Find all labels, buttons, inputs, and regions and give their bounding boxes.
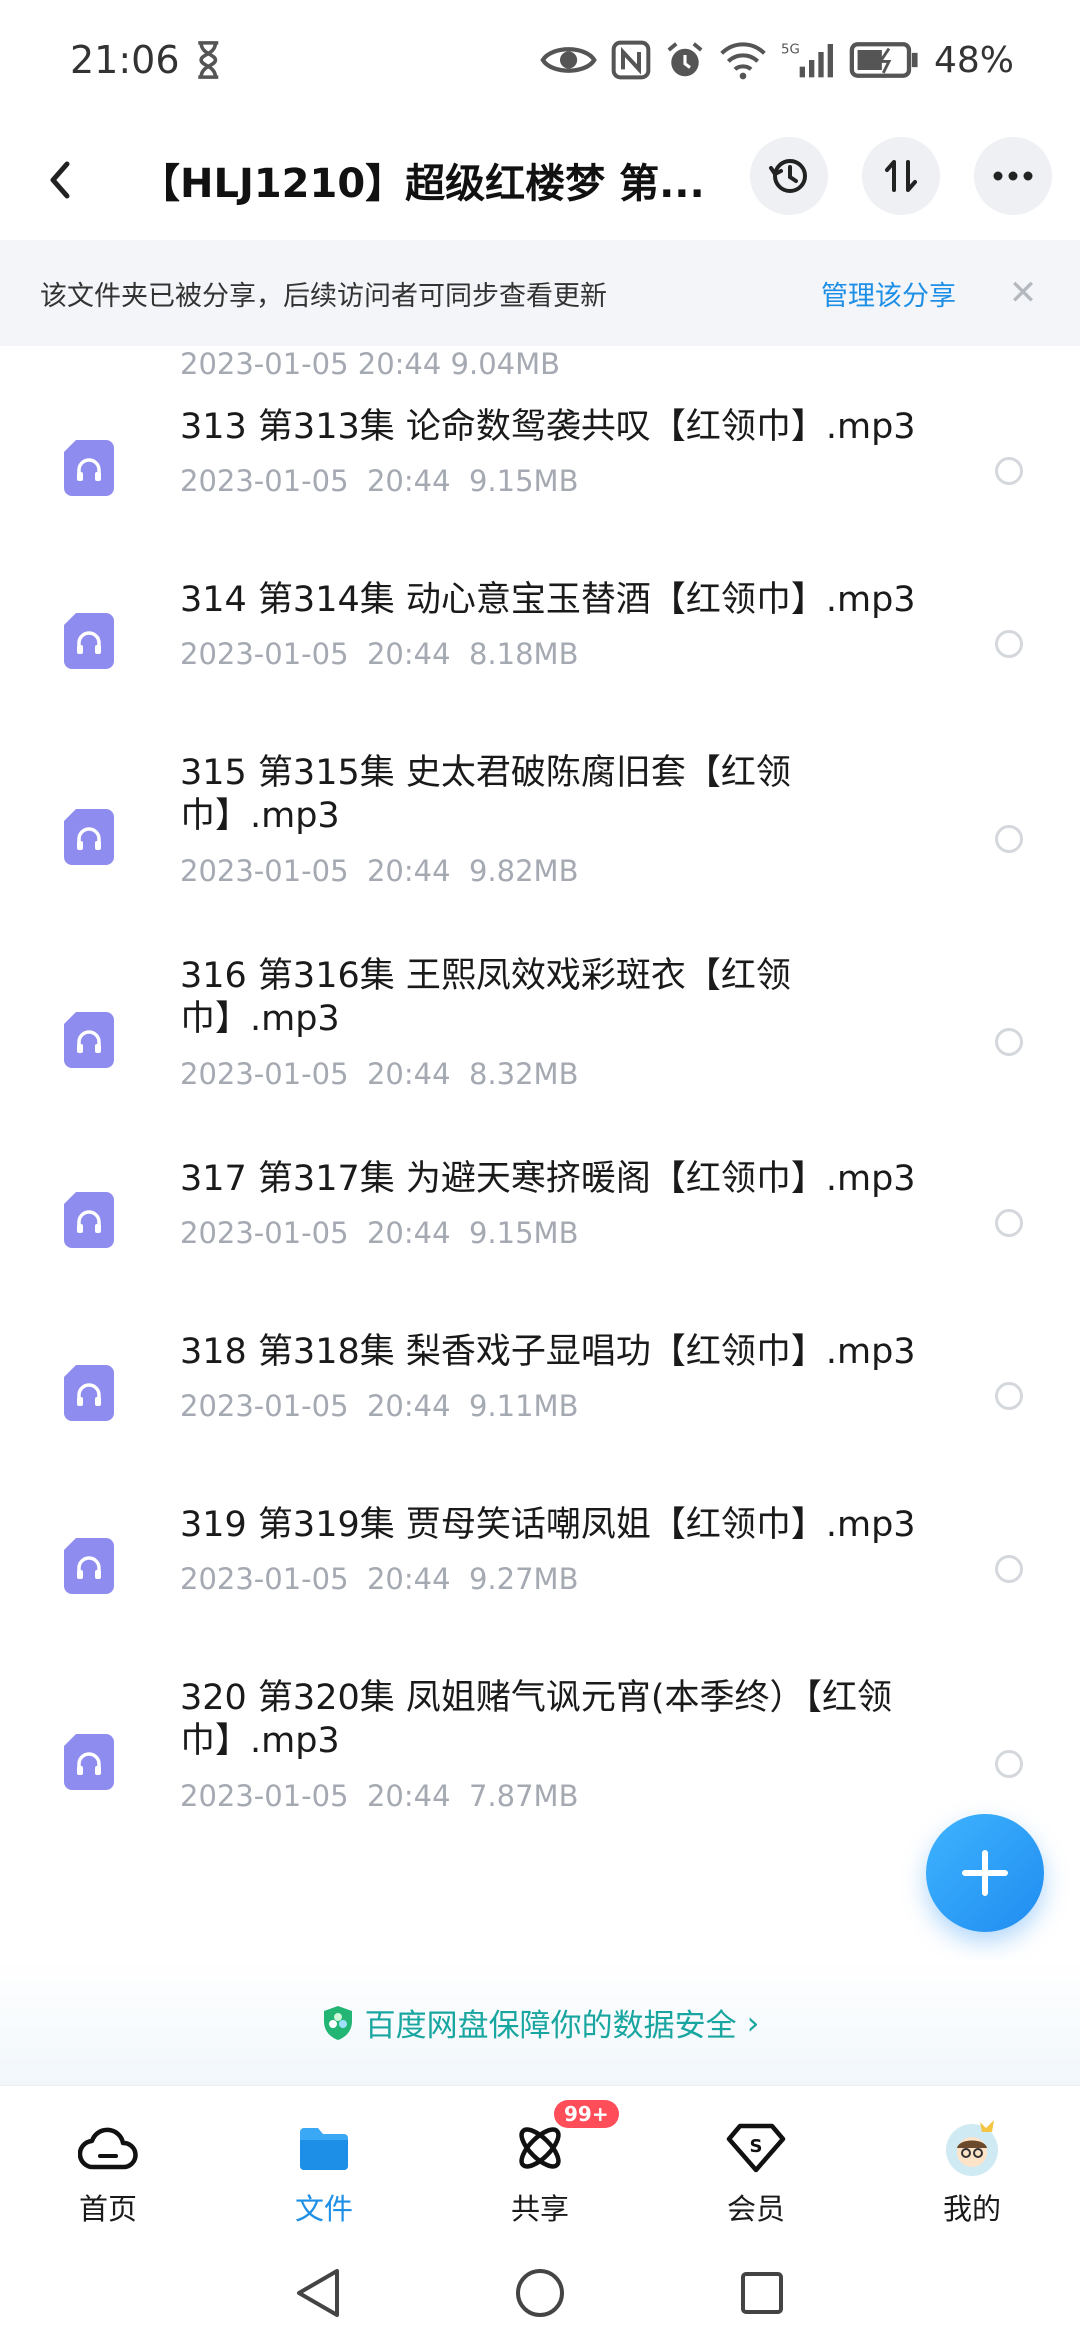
file-name: 318 第318集 梨香戏子显唱功【红领巾】.mp3: [180, 1332, 916, 1372]
file-meta: 2023-01-05 20:44 7.87MB: [180, 1779, 579, 1813]
svg-text:S: S: [750, 2136, 763, 2157]
manage-share-link[interactable]: 管理该分享: [821, 274, 956, 313]
nav-item-home[interactable]: 首页: [18, 2086, 198, 2228]
page-title: 【HLJ1210】超级红楼梦 第...: [140, 161, 705, 207]
nav-item-share[interactable]: 99+ 共享: [450, 2086, 630, 2228]
wifi-icon: [719, 38, 767, 82]
header: 【HLJ1210】超级红楼梦 第...: [0, 120, 1080, 240]
select-radio[interactable]: [995, 1382, 1023, 1410]
file-row[interactable]: 319 第319集 贾母笑话嘲凤姐【红领巾】.mp3 2023-01-05 20…: [0, 1504, 1080, 1620]
file-meta: 2023-01-05 20:44 8.18MB: [180, 637, 579, 671]
history-button[interactable]: [750, 137, 828, 215]
chevron-right-icon: ›: [746, 2003, 760, 2042]
nav-item-files[interactable]: 文件: [234, 2086, 414, 2228]
vip-diamond-icon: S: [724, 2116, 788, 2180]
hourglass-icon: [194, 38, 223, 82]
avatar-icon: [940, 2116, 1004, 2180]
share-banner: 该文件夹已被分享，后续访问者可同步查看更新 管理该分享 ✕: [0, 240, 1080, 346]
file-row[interactable]: 320 第320集 凤姐赌气讽元宵(本季终）【红领巾】.mp3 2023-01-…: [0, 1677, 1080, 1837]
nfc-icon: [611, 38, 651, 82]
security-note-text: 百度网盘保障你的数据安全: [364, 2008, 737, 2044]
file-meta: 2023-01-05 20:44 9.82MB: [180, 854, 579, 888]
nav-label: 文件: [294, 2192, 353, 2226]
nav-label: 首页: [78, 2192, 137, 2226]
nav-item-me[interactable]: 我的: [882, 2086, 1062, 2228]
shield-icon: [323, 2005, 352, 2040]
close-banner-button[interactable]: ✕: [1006, 273, 1040, 313]
history-icon: [769, 159, 807, 193]
file-row[interactable]: 318 第318集 梨香戏子显唱功【红领巾】.mp3 2023-01-05 20…: [0, 1331, 1080, 1447]
battery-icon: [849, 38, 920, 82]
system-home-icon[interactable]: [513, 2266, 567, 2320]
select-radio[interactable]: [995, 1750, 1023, 1778]
audio-file-icon: [64, 809, 114, 865]
select-radio[interactable]: [995, 1555, 1023, 1583]
security-note[interactable]: 百度网盘保障你的数据安全 ›: [0, 1960, 1080, 2085]
system-back-icon[interactable]: [293, 2266, 343, 2320]
file-row[interactable]: 315 第315集 史太君破陈腐旧套【红领巾】.mp3 2023-01-05 2…: [0, 752, 1080, 912]
file-list: 2023-01-05 20:44 9.04MB 313 第313集 论命数鸳袭共…: [0, 346, 1080, 1966]
audio-file-icon: [64, 1538, 114, 1594]
sort-icon: [885, 160, 917, 192]
sort-button[interactable]: [862, 137, 940, 215]
file-meta: 2023-01-05 20:44 9.15MB: [180, 464, 579, 498]
nav-item-vip[interactable]: S 会员: [666, 2086, 846, 2228]
audio-file-icon: [64, 613, 114, 669]
bottom-nav: 首页 文件 99+ 共享 S 会员 我的: [0, 2085, 1080, 2245]
status-left: 21:06: [70, 38, 222, 82]
system-nav-bar: [0, 2245, 1080, 2340]
plus-icon: [962, 1850, 1008, 1896]
file-meta: 2023-01-05 20:44 9.27MB: [180, 1562, 579, 1596]
back-button[interactable]: [30, 150, 90, 210]
select-radio[interactable]: [995, 825, 1023, 853]
signal-5g-icon: 5G: [781, 38, 834, 82]
audio-file-icon: [64, 1734, 114, 1790]
file-name: 314 第314集 动心意宝玉替酒【红领巾】.mp3: [180, 580, 916, 620]
share-banner-text: 该文件夹已被分享，后续访问者可同步查看更新: [40, 280, 607, 312]
more-button[interactable]: [974, 137, 1052, 215]
file-meta: 2023-01-05 20:44 9.04MB: [180, 347, 561, 381]
alarm-icon: [665, 38, 705, 82]
select-radio[interactable]: [995, 457, 1023, 485]
system-recents-icon[interactable]: [737, 2268, 787, 2318]
more-icon: [993, 171, 1033, 181]
file-name: 313 第313集 论命数鸳袭共叹【红领巾】.mp3: [180, 407, 916, 447]
file-meta: 2023-01-05 20:44 9.15MB: [180, 1216, 579, 1250]
header-actions: [750, 137, 1052, 215]
nav-label: 我的: [942, 2192, 1001, 2226]
file-name: 316 第316集 王熙凤效戏彩斑衣【红领巾】.mp3: [180, 956, 791, 1039]
select-radio[interactable]: [995, 1028, 1023, 1056]
audio-file-icon: [64, 1012, 114, 1068]
file-name: 319 第319集 贾母笑话嘲凤姐【红领巾】.mp3: [180, 1505, 916, 1545]
file-name: 317 第317集 为避天寒挤暖阁【红领巾】.mp3: [180, 1159, 916, 1199]
select-radio[interactable]: [995, 1209, 1023, 1237]
file-row[interactable]: 316 第316集 王熙凤效戏彩斑衣【红领巾】.mp3 2023-01-05 2…: [0, 955, 1080, 1115]
back-icon: [50, 161, 70, 199]
status-right: 5G 48%: [540, 38, 1014, 82]
cloud-home-icon: [76, 2116, 140, 2180]
nav-label: 会员: [726, 2192, 785, 2226]
file-name: 315 第315集 史太君破陈腐旧套【红领巾】.mp3: [180, 753, 791, 836]
file-meta: 2023-01-05 20:44 9.11MB: [180, 1389, 579, 1423]
notification-badge: 99+: [554, 2100, 619, 2128]
audio-file-icon: [64, 1192, 114, 1248]
audio-file-icon: [64, 440, 114, 496]
battery-percentage: 48%: [933, 39, 1014, 81]
file-row[interactable]: 313 第313集 论命数鸳袭共叹【红领巾】.mp3 2023-01-05 20…: [0, 406, 1080, 522]
eye-icon: [540, 38, 597, 82]
svg-text:5G: 5G: [781, 42, 800, 57]
file-meta: 2023-01-05 20:44 8.32MB: [180, 1057, 579, 1091]
status-bar: 21:06 5G 48%: [0, 0, 1080, 120]
select-radio[interactable]: [995, 630, 1023, 658]
file-name: 320 第320集 凤姐赌气讽元宵(本季终）【红领巾】.mp3: [180, 1678, 893, 1761]
file-row[interactable]: 314 第314集 动心意宝玉替酒【红领巾】.mp3 2023-01-05 20…: [0, 579, 1080, 695]
add-fab-button[interactable]: [926, 1814, 1044, 1932]
status-time: 21:06: [70, 38, 180, 82]
nav-label: 共享: [510, 2192, 569, 2226]
audio-file-icon: [64, 1365, 114, 1421]
file-row[interactable]: 317 第317集 为避天寒挤暖阁【红领巾】.mp3 2023-01-05 20…: [0, 1158, 1080, 1274]
folder-icon: [292, 2116, 356, 2180]
